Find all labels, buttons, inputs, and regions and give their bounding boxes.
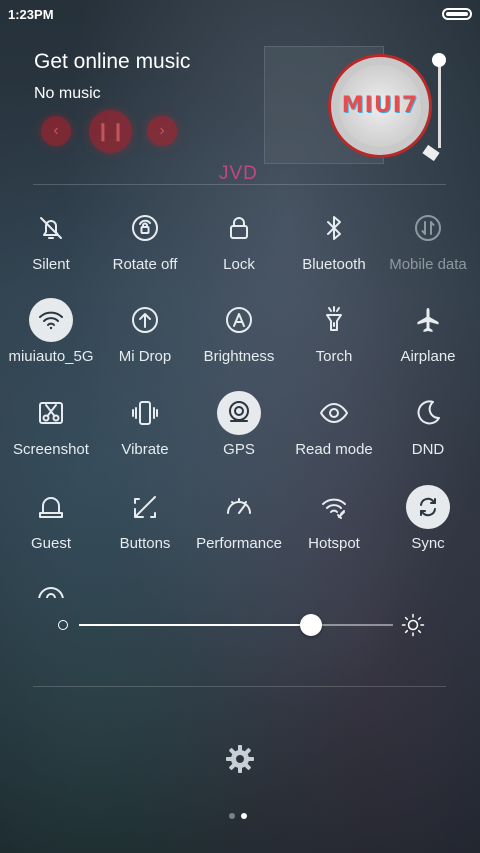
toggle-label: Guest	[30, 535, 72, 552]
brightness-auto-icon	[217, 298, 261, 342]
toggle-read-mode[interactable]: Read mode	[286, 391, 382, 458]
mi-drop-icon	[123, 298, 167, 342]
hotspot-icon	[312, 485, 356, 529]
eye-icon	[312, 391, 356, 435]
toggle-airplane[interactable]: Airplane	[380, 298, 476, 365]
pause-icon: ❙❙	[95, 121, 126, 141]
wifi-icon	[29, 298, 73, 342]
partial-toggle-icon	[33, 582, 69, 598]
sync-icon	[406, 485, 450, 529]
brightness-slider[interactable]	[79, 614, 393, 636]
toggle-bluetooth[interactable]: Bluetooth	[286, 206, 382, 273]
vibrate-icon	[123, 391, 167, 435]
gps-icon	[217, 391, 261, 435]
toggle-label: Buttons	[119, 535, 171, 552]
toggle-dnd[interactable]: DND	[380, 391, 476, 458]
toggle-label: Rotate off	[112, 256, 178, 273]
torch-icon	[312, 298, 356, 342]
toggle-label: Read mode	[295, 441, 373, 458]
toggle-screenshot[interactable]: Screenshot	[3, 391, 99, 458]
toggle-label: DND	[411, 441, 445, 458]
battery-icon	[442, 8, 472, 20]
status-time: 1:23PM	[8, 7, 54, 22]
toggle-guest[interactable]: Guest	[3, 485, 99, 552]
toggle-torch[interactable]: Torch	[286, 298, 382, 365]
buttons-icon	[123, 485, 167, 529]
next-icon: ›	[159, 122, 165, 139]
moon-icon	[406, 391, 450, 435]
rotate-lock-icon	[123, 206, 167, 250]
toggle-silent[interactable]: Silent	[3, 206, 99, 273]
prev-track-button[interactable]: ‹	[41, 116, 71, 146]
toggle-buttons[interactable]: Buttons	[97, 485, 193, 552]
toggle-label: Screenshot	[13, 441, 89, 458]
toggle-label: Airplane	[400, 348, 456, 365]
bluetooth-icon	[312, 206, 356, 250]
toggle-lock[interactable]: Lock	[191, 206, 287, 273]
guest-icon	[29, 485, 73, 529]
play-pause-button[interactable]: ❙❙	[89, 110, 132, 153]
page-dot	[241, 813, 247, 819]
lock-icon	[217, 206, 261, 250]
speedometer-icon	[217, 485, 261, 529]
toggle-rotate-off[interactable]: Rotate off	[97, 206, 193, 273]
toggle-mobile-data[interactable]: Mobile data	[380, 206, 476, 273]
tonearm-pivot	[432, 53, 446, 67]
toggle-mi-drop[interactable]: Mi Drop	[97, 298, 193, 365]
scissors-icon	[29, 391, 73, 435]
brightness-slider-fill	[79, 624, 312, 626]
toggle-label: Brightness	[203, 348, 275, 365]
tonearm	[438, 58, 441, 148]
toggle-label: Hotspot	[308, 535, 360, 552]
status-bar: 1:23PM	[0, 0, 480, 28]
watermark-text: JVD	[219, 163, 258, 184]
music-subtitle: No music	[34, 85, 101, 102]
mobile-data-icon	[406, 206, 450, 250]
toggle-performance[interactable]: Performance	[191, 485, 287, 552]
bottom-divider	[33, 686, 446, 687]
toggle-label: Vibrate	[121, 441, 169, 458]
toggle-label: Performance	[196, 535, 282, 552]
toggle-label: GPS	[223, 441, 255, 458]
toggle-label: Sync	[411, 535, 445, 552]
toggle-label: Bluetooth	[302, 256, 366, 273]
album-label: MIUI7	[341, 93, 419, 118]
toggle-label: Mobile data	[389, 256, 467, 273]
brightness-slider-thumb[interactable]	[300, 614, 323, 636]
toggle-vibrate[interactable]: Vibrate	[97, 391, 193, 458]
toggle-brightness[interactable]: Brightness	[191, 298, 287, 365]
toggle-label: Silent	[32, 256, 70, 273]
prev-icon: ‹	[53, 122, 59, 139]
toggle-sync[interactable]: Sync	[380, 485, 476, 552]
toggle-gps[interactable]: GPS	[191, 391, 287, 458]
toggle-label: Lock	[223, 256, 255, 273]
settings-gear-icon[interactable]	[224, 743, 256, 775]
brightness-low-icon	[58, 620, 68, 630]
page-dot	[229, 813, 235, 819]
toggle-label: Mi Drop	[118, 348, 172, 365]
airplane-icon	[406, 298, 450, 342]
music-title[interactable]: Get online music	[34, 50, 190, 74]
toggle-label: Torch	[315, 348, 353, 365]
bell-off-icon	[29, 206, 73, 250]
toggle-label: miuiauto_5G	[8, 348, 94, 365]
next-track-button[interactable]: ›	[147, 116, 177, 146]
brightness-high-icon	[401, 613, 425, 637]
toggle-miuiauto-5g[interactable]: miuiauto_5G	[3, 298, 99, 365]
vinyl-record: MIUI7	[328, 54, 432, 158]
toggle-hotspot[interactable]: Hotspot	[286, 485, 382, 552]
top-divider	[33, 184, 446, 185]
